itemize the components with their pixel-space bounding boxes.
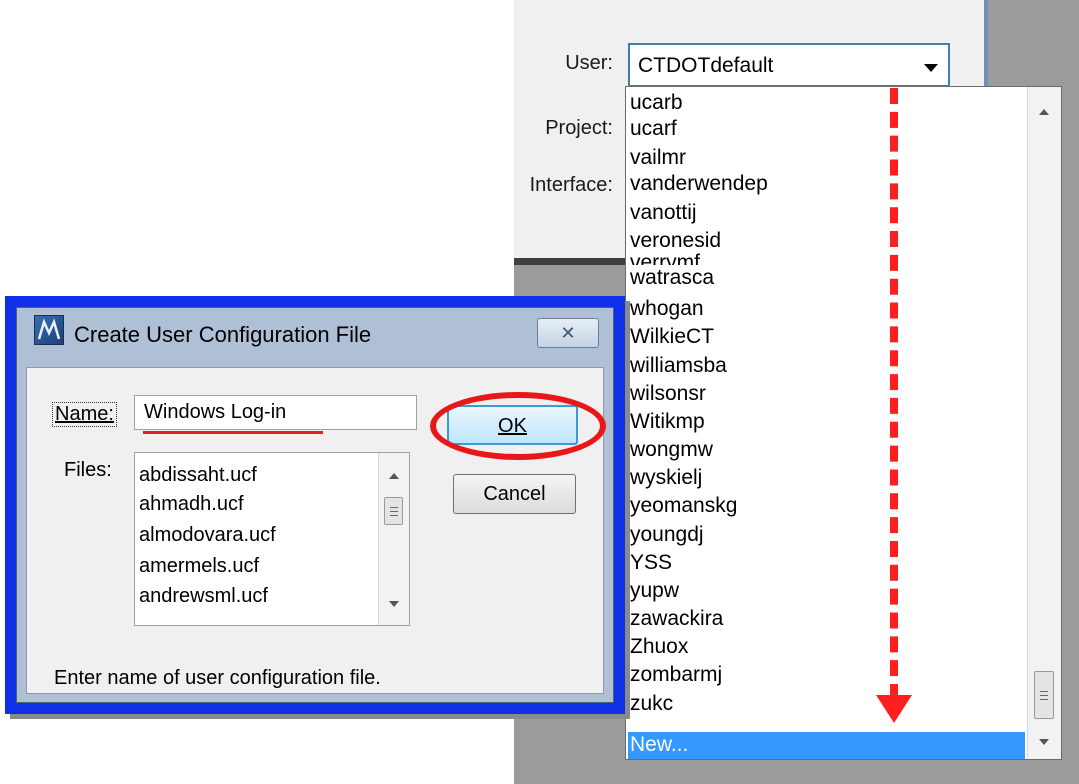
list-item[interactable]: veronesid xyxy=(630,228,721,254)
list-item[interactable]: yeomanskg xyxy=(630,493,737,519)
list-item[interactable]: wongmw xyxy=(630,437,713,463)
file-list-item[interactable]: amermels.ucf xyxy=(139,555,259,578)
annotation-underline xyxy=(143,431,323,434)
list-item[interactable]: wilsonsr xyxy=(630,381,706,407)
user-combobox[interactable]: CTDOTdefault xyxy=(628,43,950,87)
list-item[interactable]: zukc xyxy=(630,691,673,717)
scroll-down-icon[interactable] xyxy=(1039,739,1049,745)
status-text: Enter name of user configuration file. xyxy=(54,667,381,689)
list-item[interactable]: WilkieCT xyxy=(630,324,714,350)
file-list-item[interactable]: andrewsml.ucf xyxy=(139,585,268,608)
dropdown-arrow-icon[interactable] xyxy=(924,64,938,72)
annotation-arrow-head-icon xyxy=(876,695,912,723)
list-item[interactable]: whogan xyxy=(630,296,704,322)
files-scrollbar[interactable] xyxy=(378,453,409,625)
dropdown-scrollbar[interactable] xyxy=(1027,87,1061,759)
name-input[interactable]: Windows Log-in xyxy=(134,395,417,430)
list-item[interactable]: ucarf xyxy=(630,116,677,142)
scroll-up-icon[interactable] xyxy=(1039,109,1049,115)
list-item[interactable]: vailmr xyxy=(630,145,686,171)
list-item[interactable]: watrasca xyxy=(630,265,714,291)
annotation-circle xyxy=(430,392,606,460)
list-item[interactable]: yupw xyxy=(630,578,679,604)
list-item[interactable]: vanottij xyxy=(630,200,697,226)
scrollbar-thumb[interactable] xyxy=(384,497,403,525)
list-item[interactable]: williamsba xyxy=(630,353,727,379)
file-list-item[interactable]: ahmadh.ucf xyxy=(139,493,244,516)
list-item[interactable]: Witikmp xyxy=(630,409,705,435)
files-label: Files: xyxy=(64,459,112,481)
cancel-button[interactable]: Cancel xyxy=(453,474,576,514)
list-item[interactable]: Zhuox xyxy=(630,634,688,660)
annotation-arrow-line xyxy=(890,88,898,700)
close-button[interactable]: ✕ xyxy=(537,318,599,348)
file-list-item[interactable]: almodovara.ucf xyxy=(139,524,276,547)
dialog-title: Create User Configuration File xyxy=(74,322,372,347)
scroll-down-icon[interactable] xyxy=(389,601,399,607)
project-label: Project: xyxy=(545,117,613,139)
list-item[interactable]: vanderwendep xyxy=(630,171,768,197)
interface-label: Interface: xyxy=(529,174,613,196)
list-item[interactable]: ucarb xyxy=(630,90,683,116)
file-list-item[interactable]: abdissaht.ucf xyxy=(139,464,257,487)
list-item[interactable]: verrymf xyxy=(630,252,700,265)
scrollbar-thumb[interactable] xyxy=(1034,671,1054,719)
list-item[interactable]: YSS xyxy=(630,550,672,576)
scroll-up-icon[interactable] xyxy=(389,473,399,479)
list-item[interactable]: zawackira xyxy=(630,606,723,632)
list-item[interactable]: youngdj xyxy=(630,522,704,548)
list-item[interactable]: zombarmj xyxy=(630,662,722,688)
user-dropdown-list[interactable]: ucarb ucarf vailmr vanderwendep vanottij… xyxy=(625,86,1062,760)
user-combobox-value: CTDOTdefault xyxy=(638,54,774,77)
list-item[interactable]: wyskielj xyxy=(630,465,702,491)
files-listbox[interactable]: abdissaht.ucf ahmadh.ucf almodovara.ucf … xyxy=(134,452,410,626)
user-label: User: xyxy=(565,52,613,74)
microstation-icon xyxy=(34,315,64,345)
name-label: Name: xyxy=(52,402,117,427)
new-list-item[interactable]: New... xyxy=(630,732,688,758)
